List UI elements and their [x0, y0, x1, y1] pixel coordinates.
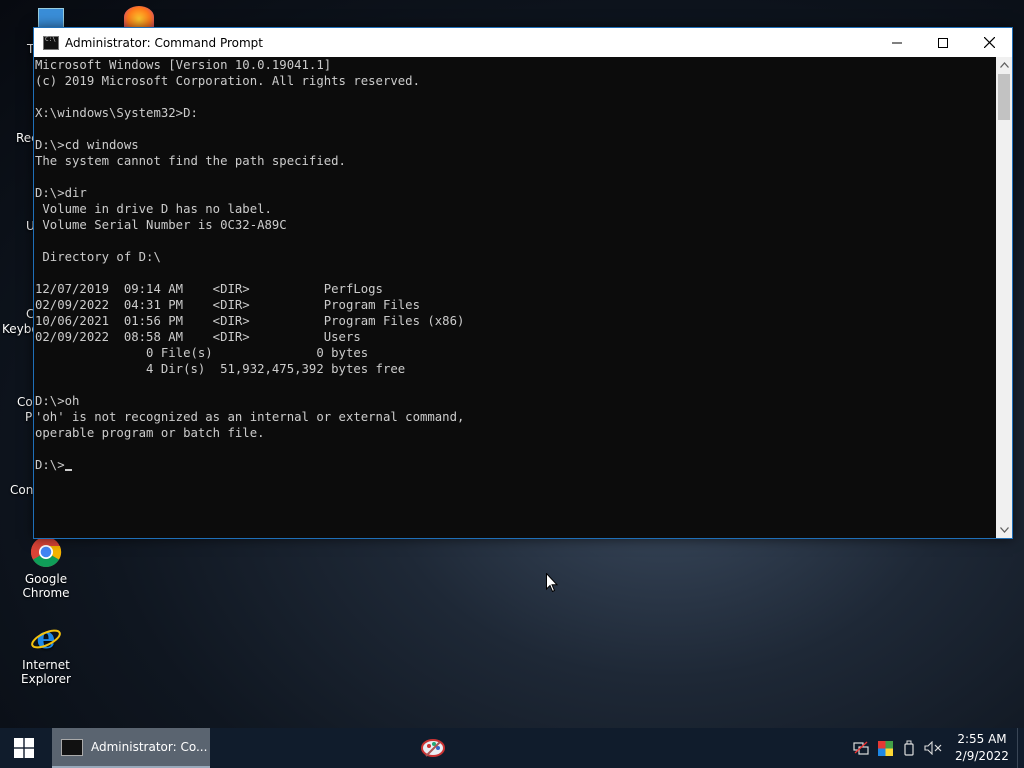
taskbar: Administrator: Co... 2:55 AM 2/9/2022 [0, 728, 1024, 768]
console-line: X:\windows\System32>D: [35, 106, 198, 120]
minimize-button[interactable] [874, 28, 920, 57]
desktop-icon-label: Internet Explorer [21, 658, 71, 686]
console-line: Microsoft Windows [Version 10.0.19041.1] [35, 58, 332, 72]
command-prompt-window[interactable]: Administrator: Command Prompt Microsoft … [33, 27, 1013, 539]
taskbar-item-command-prompt[interactable]: Administrator: Co... [52, 728, 210, 768]
color-app-icon[interactable] [875, 738, 895, 758]
console-line: (c) 2019 Microsoft Corporation. All righ… [35, 74, 420, 88]
text-cursor [64, 469, 72, 471]
window-titlebar[interactable]: Administrator: Command Prompt [34, 28, 1012, 57]
scroll-up-button[interactable] [996, 57, 1012, 73]
usb-icon [904, 740, 914, 756]
console-line: 0 File(s) 0 bytes [35, 346, 369, 360]
desktop-icon-firefox[interactable] [124, 6, 154, 28]
windows-logo-icon [14, 738, 34, 758]
console-line: Volume in drive D has no label. [35, 202, 272, 216]
start-button[interactable] [0, 728, 48, 768]
console-output[interactable]: Microsoft Windows [Version 10.0.19041.1]… [34, 57, 996, 538]
system-tray: 2:55 AM 2/9/2022 [851, 728, 1024, 768]
console-line: The system cannot find the path specifie… [35, 154, 346, 168]
taskbar-item-label: Administrator: Co... [91, 740, 208, 754]
desktop-icon-label: Google Chrome [22, 572, 70, 600]
console-line: 02/09/2022 04:31 PM <DIR> Program Files [35, 298, 420, 312]
console-line: D:\>cd windows [35, 138, 139, 152]
internet-explorer-icon: e [31, 622, 61, 654]
console-line: D:\>dir [35, 186, 87, 200]
desktop-icon-internet-explorer[interactable]: e Internet Explorer [0, 622, 92, 686]
desktop-icon-google-chrome[interactable]: Google Chrome [0, 536, 92, 600]
taskbar-clock[interactable]: 2:55 AM 2/9/2022 [947, 731, 1017, 765]
minimize-icon [892, 42, 902, 43]
console-line: Volume Serial Number is 0C32-A89C [35, 218, 287, 232]
scrollbar-thumb[interactable] [998, 74, 1010, 120]
console-line: D:\>oh [35, 394, 80, 408]
chevron-up-icon [999, 62, 1009, 68]
window-title: Administrator: Command Prompt [65, 35, 263, 50]
clock-time: 2:55 AM [957, 732, 1007, 746]
clock-date: 2/9/2022 [955, 749, 1009, 763]
mouse-pointer-icon [546, 573, 558, 593]
console-line: 4 Dir(s) 51,932,475,392 bytes free [35, 362, 406, 376]
chevron-down-icon [999, 527, 1009, 533]
paint-app-icon[interactable] [420, 736, 446, 760]
partial-desktop-label: Con [10, 483, 34, 497]
console-line: Directory of D:\ [35, 250, 161, 264]
console-line: 02/09/2022 08:58 AM <DIR> Users [35, 330, 361, 344]
partial-desktop-label: Co [17, 395, 33, 409]
console-line: D:\> [35, 458, 65, 472]
network-icon-glyph [853, 741, 869, 755]
partial-desktop-label: P [25, 410, 33, 424]
vertical-scrollbar[interactable] [996, 57, 1012, 538]
scroll-down-button[interactable] [996, 522, 1012, 538]
cmd-icon [43, 35, 59, 50]
console-line: operable program or batch file. [35, 426, 265, 440]
show-desktop-button[interactable] [1017, 728, 1024, 768]
color-square-icon [877, 740, 893, 756]
close-button[interactable] [966, 28, 1012, 57]
chrome-icon [30, 537, 62, 568]
volume-muted-icon[interactable] [923, 738, 943, 758]
network-icon[interactable] [851, 738, 871, 758]
maximize-button[interactable] [920, 28, 966, 57]
console-text: Microsoft Windows [Version 10.0.19041.1]… [34, 57, 996, 473]
maximize-icon [938, 37, 948, 48]
console-line: 12/07/2019 09:14 AM <DIR> PerfLogs [35, 282, 383, 296]
console-line: 10/06/2021 01:56 PM <DIR> Program Files … [35, 314, 465, 328]
console-line: 'oh' is not recognized as an internal or… [35, 410, 465, 424]
close-icon [983, 37, 995, 48]
svg-text:e: e [36, 622, 55, 654]
usb-device-icon[interactable] [899, 738, 919, 758]
cmd-icon [61, 738, 83, 756]
speaker-muted-icon [924, 741, 942, 755]
